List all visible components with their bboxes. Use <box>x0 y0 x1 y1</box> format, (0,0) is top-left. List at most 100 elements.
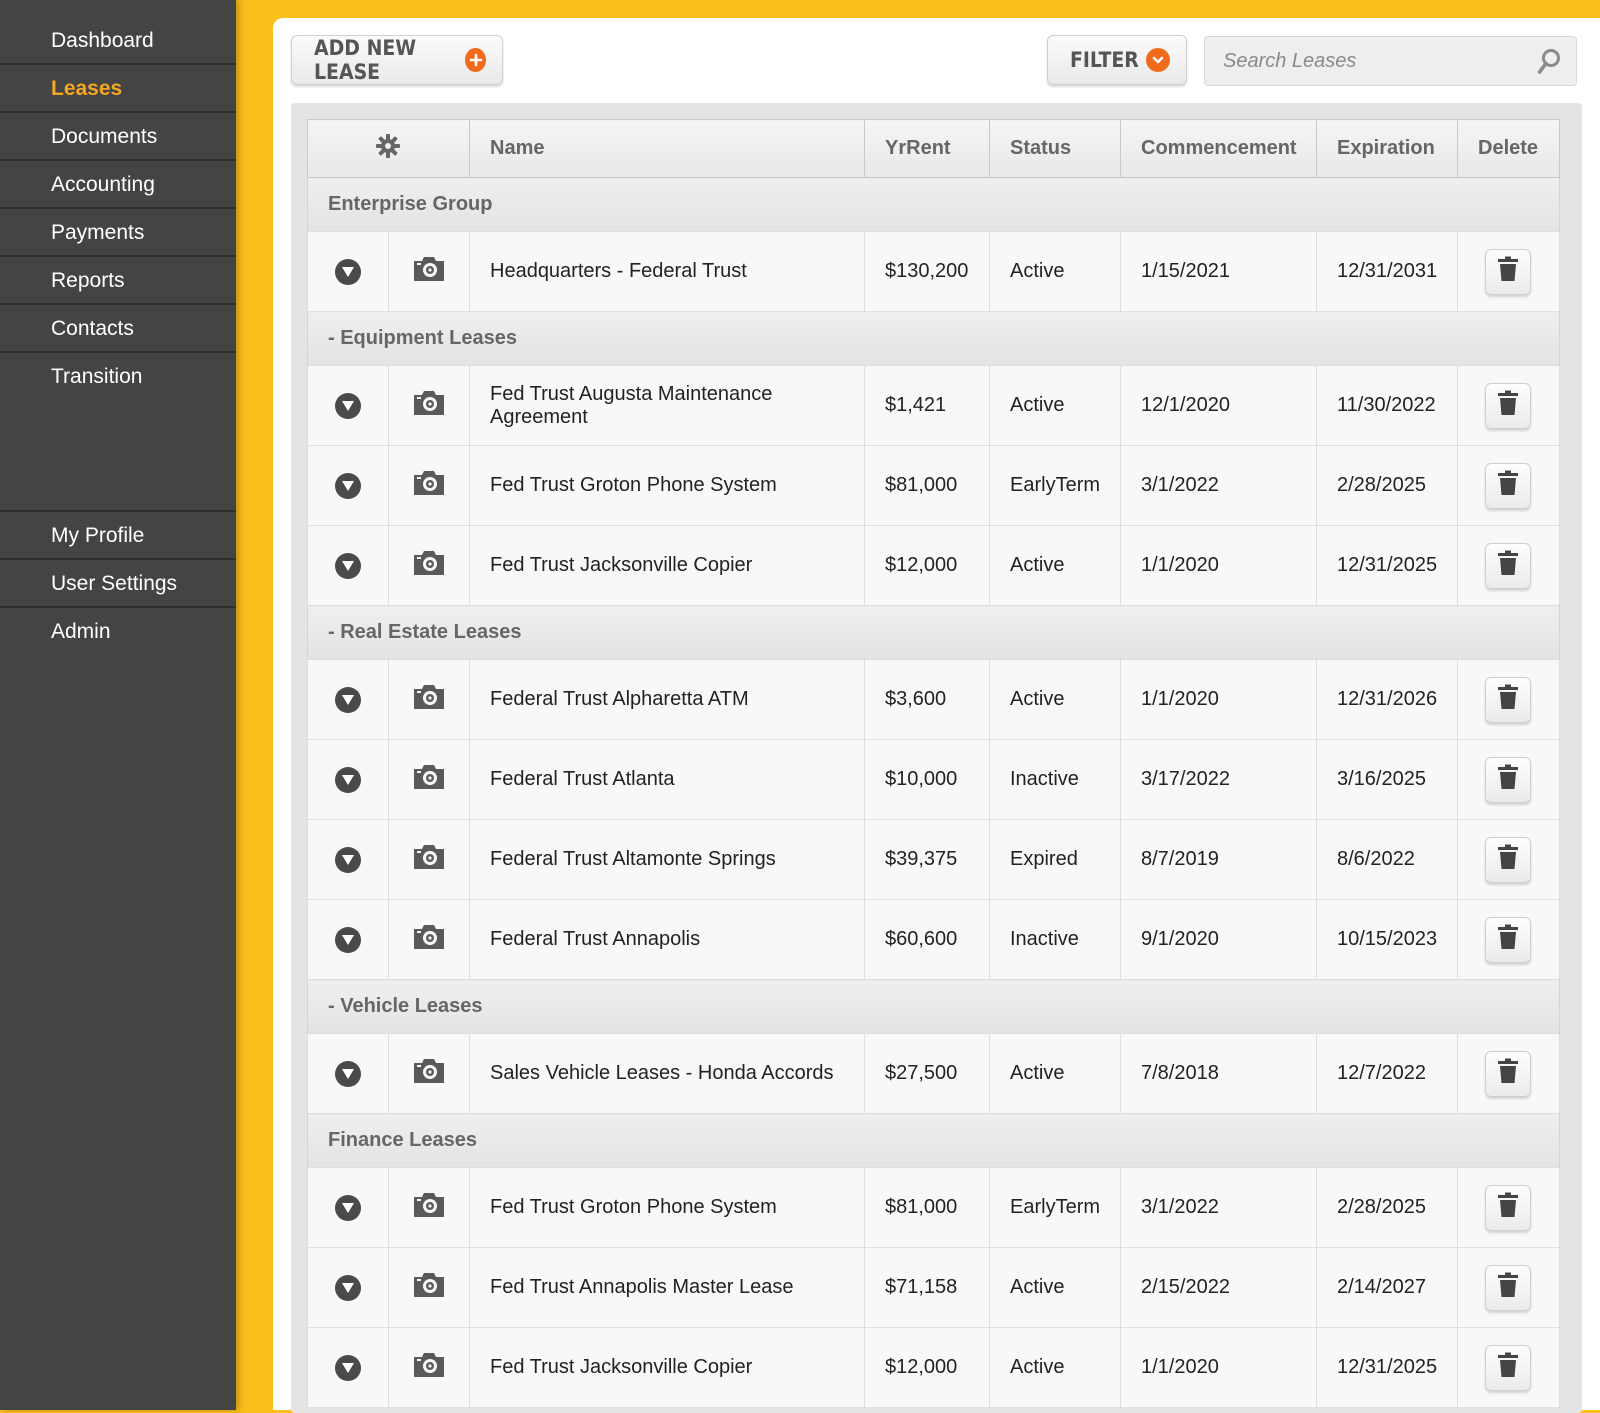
camera-icon[interactable] <box>411 1191 447 1225</box>
table-row[interactable]: Federal Trust Alpharetta ATM $3,600 Active… <box>307 659 1560 740</box>
delete-button[interactable] <box>1485 676 1531 723</box>
delete-button[interactable] <box>1485 836 1531 883</box>
camera-icon[interactable] <box>411 1271 447 1305</box>
column-header-yrrent[interactable]: YrRent <box>864 119 990 178</box>
lease-name[interactable]: Fed Trust Groton Phone System <box>469 445 865 526</box>
table-row[interactable]: Fed Trust Annapolis Master Lease $71,158 A… <box>307 1247 1560 1328</box>
photo-cell <box>388 739 470 820</box>
sidebar-item-accounting[interactable]: Accounting <box>0 161 236 209</box>
table-row[interactable]: Federal Trust Atlanta $10,000 Inactive 3/17… <box>307 739 1560 820</box>
table-row[interactable]: Fed Trust Augusta Maintenance Agreement $… <box>307 365 1560 446</box>
table-row[interactable]: Sales Vehicle Leases - Honda Accords $27,… <box>307 1033 1560 1114</box>
table-row[interactable]: Federal Trust Altamonte Springs $39,375 Ex… <box>307 819 1560 900</box>
table-row[interactable]: Fed Trust Jacksonville Copier $12,000 Acti… <box>307 1327 1560 1408</box>
lease-name[interactable]: Federal Trust Alpharetta ATM <box>469 659 865 740</box>
lease-name[interactable]: Fed Trust Groton Phone System <box>469 1167 865 1248</box>
lease-name[interactable]: Fed Trust Jacksonville Copier <box>469 525 865 606</box>
delete-button[interactable] <box>1485 1184 1531 1231</box>
lease-yrrent: $3,600 <box>864 659 990 740</box>
lease-expiration: 12/31/2025 <box>1316 525 1458 606</box>
camera-icon[interactable] <box>411 683 447 717</box>
column-header-commencement[interactable]: Commencement <box>1120 119 1317 178</box>
lease-name[interactable]: Federal Trust Atlanta <box>469 739 865 820</box>
delete-cell <box>1457 1247 1560 1328</box>
group-title: - Equipment Leases <box>307 311 1560 366</box>
delete-cell <box>1457 739 1560 820</box>
table-row[interactable]: Federal Trust Annapolis $60,600 Inactive 9/… <box>307 899 1560 980</box>
search-input[interactable] <box>1205 48 1525 74</box>
table-row[interactable]: Fed Trust Groton Phone System $81,000 Earl… <box>307 1167 1560 1248</box>
expand-down-icon[interactable] <box>334 846 361 873</box>
camera-icon[interactable] <box>411 389 447 423</box>
delete-button[interactable] <box>1485 756 1531 803</box>
delete-cell <box>1457 525 1560 606</box>
lease-name[interactable]: Fed Trust Annapolis Master Lease <box>469 1247 865 1328</box>
sidebar-item-transition[interactable]: Transition <box>0 353 236 401</box>
lease-expiration: 8/6/2022 <box>1316 819 1458 900</box>
lease-yrrent: $71,158 <box>864 1247 990 1328</box>
photo-cell <box>388 1167 470 1248</box>
add-new-lease-button[interactable]: ADD NEW LEASE <box>291 35 503 85</box>
camera-icon[interactable] <box>411 549 447 583</box>
lease-name[interactable]: Headquarters - Federal Trust <box>469 231 865 312</box>
photo-cell <box>388 445 470 526</box>
camera-icon[interactable] <box>411 469 447 503</box>
sidebar-item-payments[interactable]: Payments <box>0 209 236 257</box>
column-header-status[interactable]: Status <box>989 119 1121 178</box>
delete-button[interactable] <box>1485 462 1531 509</box>
filter-button[interactable]: FILTER <box>1047 35 1187 85</box>
lease-name[interactable]: Fed Trust Jacksonville Copier <box>469 1327 865 1408</box>
expand-down-icon[interactable] <box>334 1274 361 1301</box>
camera-icon[interactable] <box>411 763 447 797</box>
camera-icon[interactable] <box>411 1351 447 1385</box>
sidebar-item-admin[interactable]: Admin <box>0 608 236 656</box>
lease-name[interactable]: Federal Trust Annapolis <box>469 899 865 980</box>
camera-icon[interactable] <box>411 255 447 289</box>
expand-down-icon[interactable] <box>334 1354 361 1381</box>
sidebar-item-dashboard[interactable]: Dashboard <box>0 17 236 65</box>
delete-button[interactable] <box>1485 382 1531 429</box>
delete-button[interactable] <box>1485 542 1531 589</box>
expand-down-icon[interactable] <box>334 926 361 953</box>
sidebar-item-my-profile[interactable]: My Profile <box>0 512 236 560</box>
lease-name[interactable]: Sales Vehicle Leases - Honda Accords <box>469 1033 865 1114</box>
group-title: Finance Leases <box>307 1113 1560 1168</box>
sidebar-item-user-settings[interactable]: User Settings <box>0 560 236 608</box>
sidebar-item-contacts[interactable]: Contacts <box>0 305 236 353</box>
expand-down-icon[interactable] <box>334 766 361 793</box>
trash-icon <box>1496 470 1520 502</box>
expand-down-icon[interactable] <box>334 472 361 499</box>
expand-down-icon[interactable] <box>334 1194 361 1221</box>
sidebar-item-leases[interactable]: Leases <box>0 65 236 113</box>
lease-commencement: 1/1/2020 <box>1120 1327 1317 1408</box>
table-row[interactable]: Fed Trust Groton Phone System $81,000 Earl… <box>307 445 1560 526</box>
expand-down-icon[interactable] <box>334 686 361 713</box>
expand-down-icon[interactable] <box>334 1060 361 1087</box>
column-header-name[interactable]: Name <box>469 119 865 178</box>
camera-icon[interactable] <box>411 923 447 957</box>
lease-status: Expired <box>989 819 1121 900</box>
delete-button[interactable] <box>1485 1264 1531 1311</box>
delete-button[interactable] <box>1485 248 1531 295</box>
search-icon[interactable] <box>1536 48 1562 81</box>
delete-button[interactable] <box>1485 1344 1531 1391</box>
lease-name[interactable]: Federal Trust Altamonte Springs <box>469 819 865 900</box>
column-header-expiration[interactable]: Expiration <box>1316 119 1458 178</box>
expand-down-icon[interactable] <box>334 552 361 579</box>
expand-down-icon[interactable] <box>334 258 361 285</box>
delete-button[interactable] <box>1485 1050 1531 1097</box>
sidebar-item-documents[interactable]: Documents <box>0 113 236 161</box>
gear-icon[interactable] <box>375 133 401 164</box>
delete-button[interactable] <box>1485 916 1531 963</box>
group-header-row: Finance Leases <box>307 1113 1560 1168</box>
table-row[interactable]: Headquarters - Federal Trust $130,200 Acti… <box>307 231 1560 312</box>
settings-column-header[interactable] <box>307 119 470 178</box>
sidebar-main-nav: Dashboard Leases Documents Accounting Pa… <box>0 17 236 401</box>
table-row[interactable]: Fed Trust Jacksonville Copier $12,000 Acti… <box>307 525 1560 606</box>
camera-icon[interactable] <box>411 843 447 877</box>
expand-down-icon[interactable] <box>334 392 361 419</box>
lease-yrrent: $27,500 <box>864 1033 990 1114</box>
lease-name[interactable]: Fed Trust Augusta Maintenance Agreement <box>469 365 865 446</box>
camera-icon[interactable] <box>411 1057 447 1091</box>
sidebar-item-reports[interactable]: Reports <box>0 257 236 305</box>
